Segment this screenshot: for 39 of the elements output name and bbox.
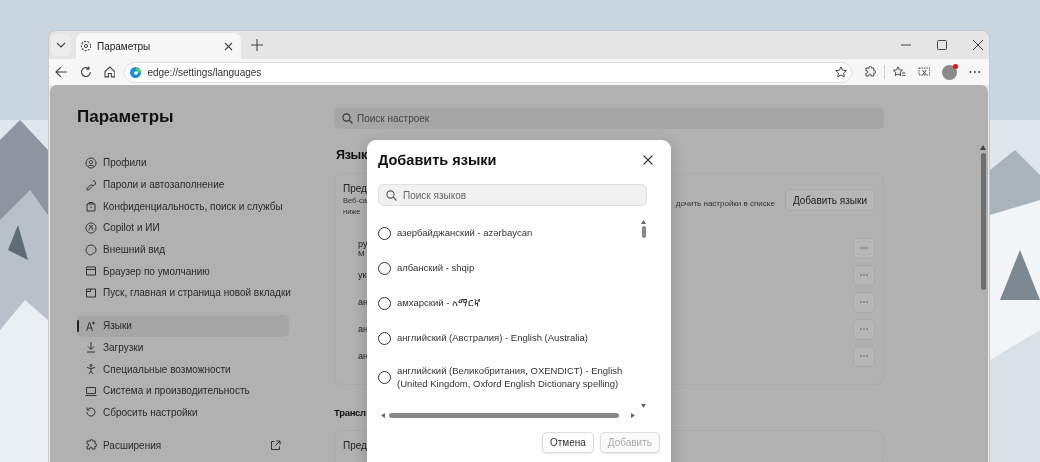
section-heading: Язык <box>336 148 367 164</box>
nav-item[interactable]: Copilot и ИИ <box>77 217 289 239</box>
card-title: Пред <box>343 440 367 452</box>
nav-item[interactable]: Сбросить настройки <box>77 401 289 424</box>
tab-title: Параметры <box>97 40 152 52</box>
language-name: ан <box>358 351 368 362</box>
language-option[interactable]: амхарский - አማርኛ <box>378 286 628 321</box>
nav-item[interactable]: Пароли и автозаполнение <box>77 173 289 196</box>
language-note: М <box>358 248 365 258</box>
nav-item[interactable]: Расширения <box>77 434 289 456</box>
cancel-button[interactable]: Отмена <box>541 432 594 453</box>
add-languages-button[interactable]: Добавить языки <box>784 189 875 212</box>
nav-item[interactable]: Загрузки <box>77 336 289 359</box>
page-title: Параметры <box>77 107 175 128</box>
nav-item[interactable]: Специальные возможности <box>77 358 289 380</box>
language-name: ан <box>358 324 368 335</box>
browser-tab[interactable]: Параметры <box>76 33 241 59</box>
settings-search-field[interactable]: Поиск настроек <box>334 107 884 129</box>
language-name: ук <box>358 270 367 281</box>
language-name: ан <box>358 297 368 308</box>
section-heading: Трансл <box>334 407 366 419</box>
nav-item[interactable]: Пуск, главная и страница новой вкладки <box>77 282 289 304</box>
nav-item[interactable]: Внешний вид <box>77 238 289 261</box>
language-option[interactable]: албанский - shqip <box>378 251 628 286</box>
nav-item[interactable]: Профили <box>77 152 289 174</box>
language-option[interactable]: английский (Австралия) - English (Australia) <box>378 321 628 356</box>
address-bar[interactable]: edge://settings/languages <box>124 61 853 83</box>
language-option[interactable]: английский (Великобритания, OXENDICT) - English (United Kingdom, Oxford English Dictionary spelling) <box>378 353 628 402</box>
card-description: дочить настройки в списке <box>675 199 775 209</box>
language-option[interactable]: азербайджанский - azərbaycan <box>378 216 628 251</box>
language-search-field[interactable]: Поиск языков <box>378 184 647 206</box>
language-name: ру <box>358 238 368 249</box>
nav-item[interactable]: Браузер по умолчанию <box>77 260 289 283</box>
url-text: edge://settings/languages <box>147 66 262 78</box>
card-title: Пред <box>343 183 367 195</box>
nav-item[interactable]: Система и производительность <box>77 379 289 402</box>
nav-item[interactable]: Языки <box>77 314 289 337</box>
dialog-title: Добавить языки <box>378 152 497 168</box>
nav-item[interactable]: Конфиденциальность, поиск и службы <box>77 195 289 218</box>
